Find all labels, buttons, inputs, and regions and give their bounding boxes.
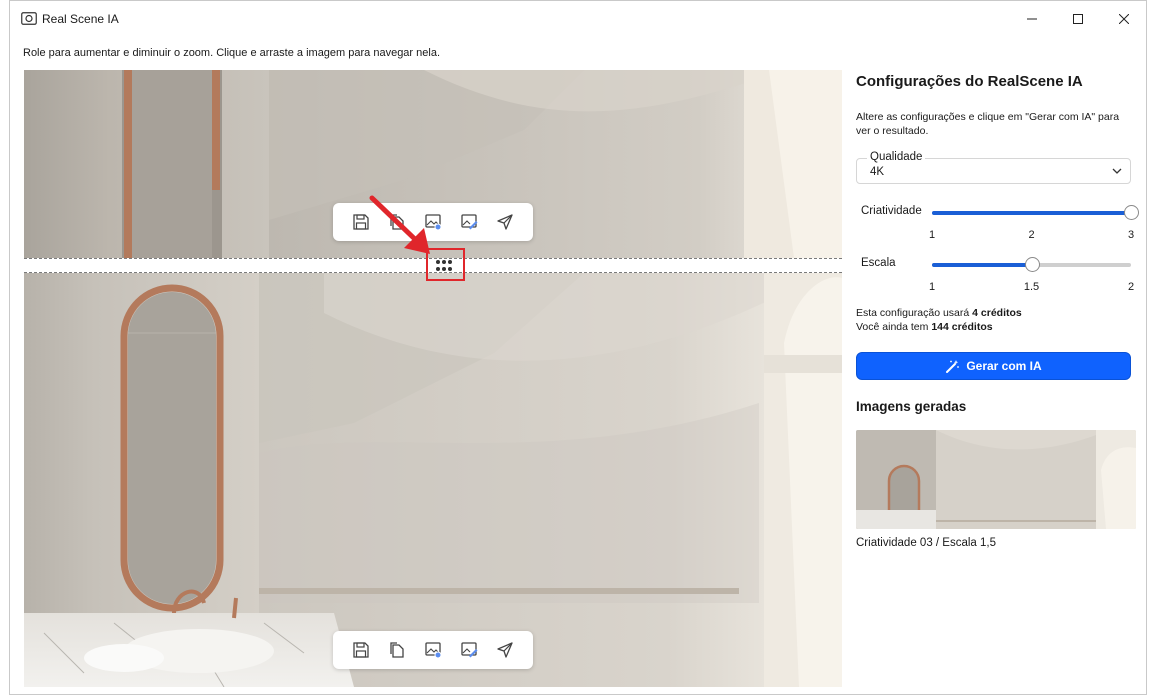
scale-slider-fill (932, 263, 1032, 267)
creativity-slider-thumb[interactable] (1124, 205, 1139, 220)
app-window: Real Scene IA Role para aumentar e dimin… (9, 0, 1147, 695)
scale-slider-row: Escala 1 1.5 2 (856, 255, 1136, 295)
panel-description: Altere as configurações e clique em "Ger… (856, 111, 1120, 137)
window-title: Real Scene IA (42, 12, 119, 26)
copy-button[interactable] (384, 637, 410, 663)
credits-usage-value: 4 créditos (972, 307, 1022, 319)
send-button[interactable] (492, 637, 518, 663)
generate-ai-label: Gerar com IA (966, 359, 1042, 373)
generated-images-title: Imagens geradas (856, 399, 967, 414)
credits-usage-line: Esta configuração usará 4 créditos (856, 307, 1022, 319)
magic-wand-icon (946, 359, 960, 373)
scale-tick: 1 (928, 281, 936, 293)
creativity-tick: 3 (1127, 229, 1135, 241)
scale-tick: 2 (1127, 281, 1135, 293)
minimize-button[interactable] (1009, 1, 1055, 36)
copy-icon (390, 642, 404, 658)
edit-image-button[interactable] (456, 637, 482, 663)
quality-value: 4K (870, 166, 885, 178)
image-compare-viewer[interactable] (24, 70, 842, 687)
minimize-icon (1027, 18, 1037, 19)
chevron-down-icon (1112, 168, 1122, 174)
maximize-button[interactable] (1055, 1, 1101, 36)
creativity-slider[interactable]: 1 2 3 (929, 205, 1139, 241)
edit-image-icon (461, 642, 478, 658)
creativity-label: Criatividade (861, 205, 922, 217)
viewer-instruction: Role para aumentar e diminuir o zoom. Cl… (23, 47, 440, 59)
scale-slider-thumb[interactable] (1024, 257, 1040, 272)
generated-thumbnail-image (856, 430, 1136, 529)
scale-tick: 1.5 (1023, 281, 1040, 293)
maximize-icon (1073, 13, 1083, 24)
credits-balance-value: 144 créditos (931, 321, 993, 333)
quality-label: Qualidade (867, 151, 926, 163)
creativity-slider-fill (932, 211, 1131, 215)
scale-label: Escala (861, 257, 896, 269)
save-icon (353, 642, 369, 658)
enhanced-bathroom-image (24, 273, 842, 687)
camera-icon (21, 12, 37, 25)
image-settings-icon (425, 642, 442, 659)
annotation-highlight-box (426, 248, 465, 281)
generated-image-pane[interactable] (24, 273, 842, 687)
quality-select[interactable]: Qualidade 4K (856, 151, 1131, 184)
creativity-tick: 2 (1028, 229, 1035, 241)
close-button[interactable] (1101, 1, 1147, 36)
generated-image-toolbar (333, 631, 533, 669)
scale-slider[interactable]: 1 1.5 2 (929, 257, 1134, 293)
credits-info: Esta configuração usará 4 créditos Você … (856, 306, 1022, 334)
panel-title: Configurações do RealScene IA (856, 73, 1083, 90)
creativity-slider-row: Criatividade 1 2 3 (856, 203, 1139, 243)
edit-image-icon (461, 214, 478, 230)
image-settings-button[interactable] (420, 637, 446, 663)
title-bar: Real Scene IA (10, 1, 1146, 36)
credits-balance-line: Você ainda tem 144 créditos (856, 321, 993, 333)
close-icon (1119, 13, 1129, 24)
send-icon (497, 642, 513, 658)
save-button[interactable] (348, 637, 374, 663)
send-icon (497, 214, 513, 230)
creativity-tick: 1 (928, 229, 936, 241)
edit-image-button[interactable] (456, 209, 482, 235)
generated-image-thumbnail[interactable] (856, 430, 1136, 529)
send-button[interactable] (492, 209, 518, 235)
generate-ai-button[interactable]: Gerar com IA (856, 352, 1131, 380)
generated-image-caption: Criatividade 03 / Escala 1,5 (856, 537, 996, 549)
